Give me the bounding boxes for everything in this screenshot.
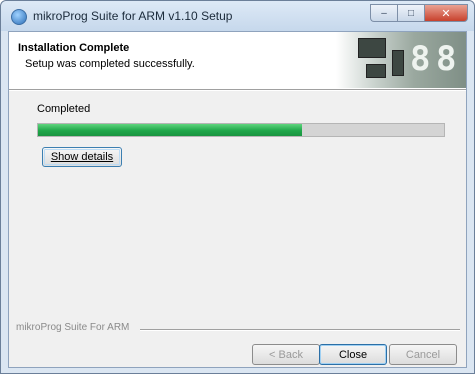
close-button[interactable]: Close xyxy=(319,344,387,365)
caption-buttons: – □ ✕ xyxy=(370,4,468,22)
back-button[interactable]: < Back xyxy=(252,344,320,365)
page-subtitle: Setup was completed successfully. xyxy=(25,58,195,70)
progress-fill xyxy=(38,124,302,136)
dialog-body: Installation Complete Setup was complete… xyxy=(8,31,467,368)
brand-label: mikroProg Suite For ARM xyxy=(16,322,130,333)
cancel-button[interactable]: Cancel xyxy=(389,344,457,365)
maximize-button[interactable]: □ xyxy=(397,4,424,22)
minimize-button[interactable]: – xyxy=(370,4,397,22)
maximize-icon: □ xyxy=(407,7,415,19)
header-panel: Installation Complete Setup was complete… xyxy=(9,32,466,90)
window-title: mikroProg Suite for ARM v1.10 Setup xyxy=(33,9,233,23)
minimize-icon: – xyxy=(381,7,387,19)
page-title: Installation Complete xyxy=(18,42,130,54)
header-banner-image: 8 8 xyxy=(336,32,466,88)
show-details-button[interactable]: Show details xyxy=(42,147,122,167)
status-label: Completed xyxy=(37,103,91,115)
title-bar[interactable]: mikroProg Suite for ARM v1.10 Setup – □ … xyxy=(1,1,474,31)
footer-divider xyxy=(140,329,460,331)
progress-bar xyxy=(37,123,445,137)
header-divider xyxy=(9,90,466,91)
close-window-button[interactable]: ✕ xyxy=(424,4,468,22)
close-icon: ✕ xyxy=(441,7,451,20)
installer-window: mikroProg Suite for ARM v1.10 Setup – □ … xyxy=(0,0,475,374)
app-icon xyxy=(11,9,27,25)
